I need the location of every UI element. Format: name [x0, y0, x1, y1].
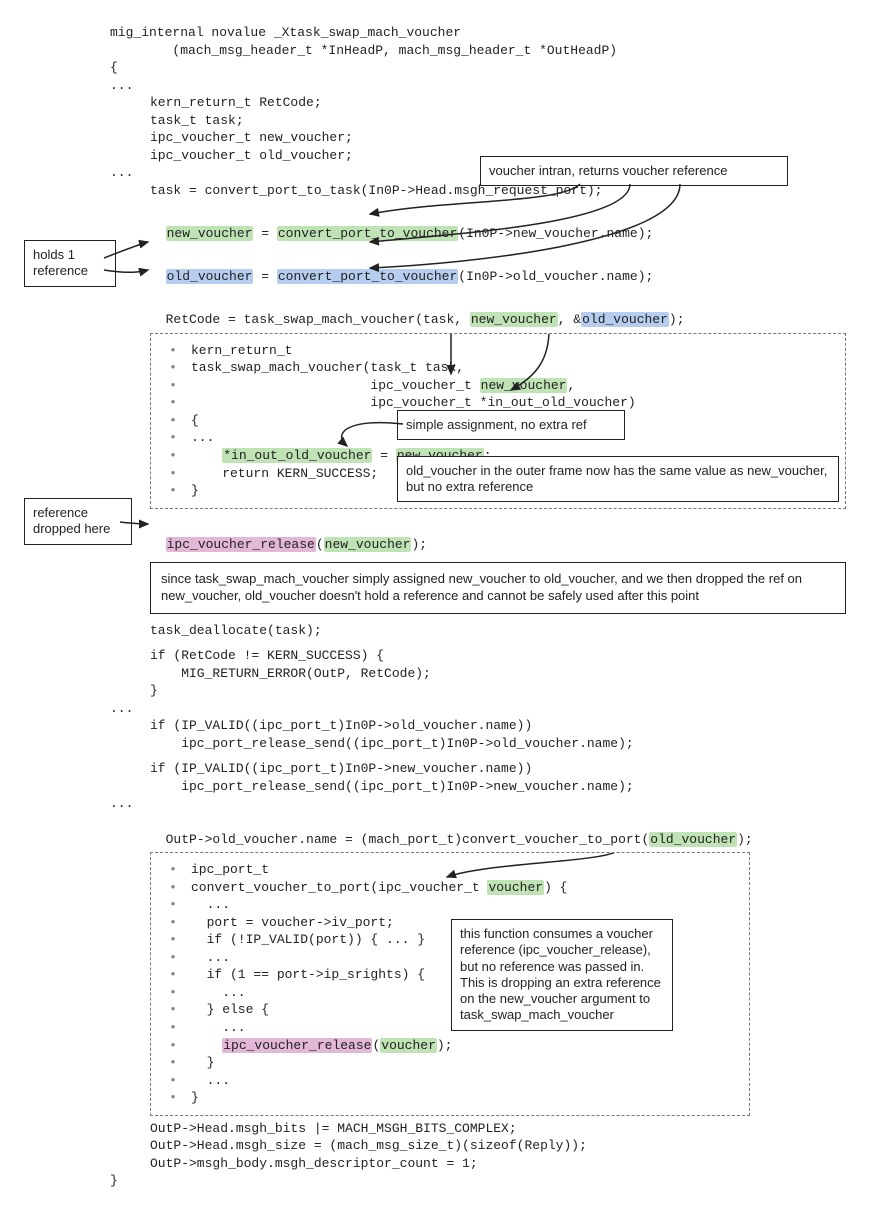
callout-since-assigned: since task_swap_mach_voucher simply assi…	[150, 562, 846, 614]
ellipsis: ...	[20, 700, 870, 718]
code-line: }	[20, 1172, 870, 1190]
var-old-voucher: old_voucher	[649, 832, 737, 847]
code-line: OutP->Head.msgh_size = (mach_msg_size_t)…	[20, 1137, 870, 1155]
code-line: kern_return_t	[155, 342, 833, 360]
code-line: ipc_voucher_release(voucher);	[155, 1037, 737, 1055]
fn-convert-port-to-voucher: convert_port_to_voucher	[277, 269, 458, 284]
code-line: {	[20, 59, 870, 77]
callout-consumes-reference: this function consumes a voucher referen…	[451, 919, 673, 1031]
code-line: task_swap_mach_voucher(task_t task,	[155, 359, 833, 377]
code-line: OutP->msgh_body.msgh_descriptor_count = …	[20, 1155, 870, 1173]
code-line: ipc_voucher_t new_voucher,	[155, 377, 833, 395]
code-line: task_t task;	[20, 112, 870, 130]
code-line: ipc_port_release_send((ipc_port_t)In0P->…	[20, 778, 870, 796]
callout-simple-assignment: simple assignment, no extra ref	[397, 410, 625, 440]
code-line: old_voucher = convert_port_to_voucher(In…	[20, 251, 870, 286]
code-line: ipc_port_release_send((ipc_port_t)In0P->…	[20, 735, 870, 753]
code-line: OutP->Head.msgh_bits |= MACH_MSGH_BITS_C…	[20, 1120, 870, 1138]
code-line: }	[155, 1089, 737, 1107]
code-line: kern_return_t RetCode;	[20, 94, 870, 112]
code-line: }	[20, 682, 870, 700]
inline-expansion-task-swap: kern_return_t task_swap_mach_voucher(tas…	[150, 333, 846, 509]
code-line: OutP->old_voucher.name = (mach_port_t)co…	[20, 813, 870, 848]
code-line: if (IP_VALID((ipc_port_t)In0P->new_vouch…	[20, 760, 870, 778]
ellipsis: ...	[20, 77, 870, 95]
var-old-voucher: old_voucher	[581, 312, 669, 327]
code-line: if (RetCode != KERN_SUCCESS) {	[20, 647, 870, 665]
code-line: RetCode = task_swap_mach_voucher(task, n…	[20, 294, 870, 329]
code-line: ipc_port_t	[155, 861, 737, 879]
code-line: MIG_RETURN_ERROR(OutP, RetCode);	[20, 665, 870, 683]
code-line: ipc_voucher_release(new_voucher);	[20, 519, 870, 554]
code-line: ...	[155, 896, 737, 914]
fn-ipc-voucher-release: ipc_voucher_release	[166, 537, 316, 552]
callout-same-value: old_voucher in the outer frame now has t…	[397, 456, 839, 503]
code-line: convert_voucher_to_port(ipc_voucher_t vo…	[155, 879, 737, 897]
code-line: if (IP_VALID((ipc_port_t)In0P->old_vouch…	[20, 717, 870, 735]
fn-convert-port-to-voucher: convert_port_to_voucher	[277, 226, 458, 241]
var-old-voucher: old_voucher	[166, 269, 254, 284]
inline-expansion-convert-voucher: ipc_port_t convert_voucher_to_port(ipc_v…	[150, 852, 750, 1116]
callout-voucher-intran: voucher intran, returns voucher referenc…	[480, 156, 788, 186]
code-line: ...	[155, 1072, 737, 1090]
ellipsis: ...	[20, 795, 870, 813]
callout-reference-dropped: reference dropped here	[24, 498, 132, 545]
code-line: (mach_msg_header_t *InHeadP, mach_msg_he…	[20, 42, 870, 60]
code-line: task_deallocate(task);	[20, 622, 870, 640]
var-new-voucher: new_voucher	[166, 226, 254, 241]
var-new-voucher: new_voucher	[470, 312, 558, 327]
code-line: ipc_voucher_t new_voucher;	[20, 129, 870, 147]
code-line: new_voucher = convert_port_to_voucher(In…	[20, 207, 870, 242]
code-line: mig_internal novalue _Xtask_swap_mach_vo…	[20, 24, 870, 42]
callout-holds-reference: holds 1 reference	[24, 240, 116, 287]
code-line: }	[155, 1054, 737, 1072]
